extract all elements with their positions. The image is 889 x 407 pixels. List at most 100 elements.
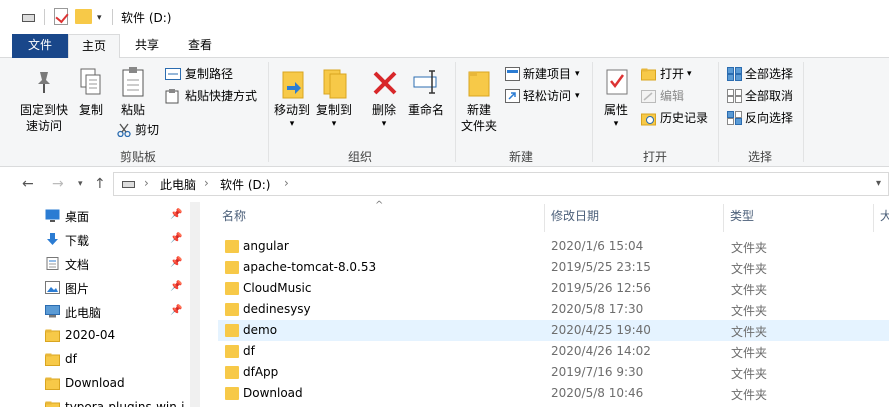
new-item-icon bbox=[505, 67, 520, 81]
file-type: 文件夹 bbox=[731, 304, 768, 318]
column-divider[interactable] bbox=[544, 204, 545, 232]
edit-icon bbox=[641, 90, 656, 103]
customize-toolbar-icon[interactable]: ▾ bbox=[97, 13, 102, 23]
nav-item-pictures[interactable]: 图片 📌 bbox=[0, 276, 200, 300]
breadcrumb-this-pc[interactable]: 此电脑 bbox=[160, 176, 196, 193]
nav-item-documents[interactable]: 文档 📌 bbox=[0, 252, 200, 276]
nav-item-this-pc[interactable]: 此电脑 📌 bbox=[0, 300, 200, 324]
table-row-selected[interactable]: demo 2020/4/25 19:40 文件夹 bbox=[218, 320, 889, 341]
copy-icon bbox=[80, 68, 101, 95]
history-icon bbox=[641, 113, 656, 126]
table-row[interactable]: df 2020/4/26 14:02 文件夹 bbox=[218, 341, 889, 362]
open-label: 打开 bbox=[660, 67, 685, 81]
file-type: 文件夹 bbox=[731, 388, 768, 402]
properties-quick-icon[interactable] bbox=[54, 8, 68, 25]
table-row[interactable]: Download 2020/5/8 10:46 文件夹 bbox=[218, 383, 889, 404]
paste-icon bbox=[122, 67, 144, 97]
dropdown-caret-icon: ▾ bbox=[687, 69, 692, 79]
file-name: CloudMusic bbox=[243, 281, 312, 295]
copy-label: 复制 bbox=[78, 103, 103, 117]
pin-icon[interactable]: 📌 bbox=[170, 305, 182, 316]
sort-ascending-icon: ^ bbox=[375, 200, 384, 211]
select-group-label: 选择 bbox=[748, 150, 773, 164]
file-name: angular bbox=[243, 239, 289, 253]
address-bar[interactable]: › 此电脑 › 软件 (D:) › ▾ bbox=[113, 172, 889, 196]
group-divider bbox=[803, 62, 804, 162]
nav-label: 2020-04 bbox=[65, 328, 116, 342]
copy-path-label: 复制路径 bbox=[185, 67, 234, 81]
pin-icon bbox=[38, 72, 50, 93]
tab-share[interactable]: 共享 bbox=[122, 34, 172, 58]
table-row[interactable]: angular 2020/1/6 15:04 文件夹 bbox=[218, 236, 889, 257]
file-type: 文件夹 bbox=[731, 283, 768, 297]
pin-icon[interactable]: 📌 bbox=[170, 257, 182, 268]
folder-icon bbox=[225, 366, 239, 379]
ribbon: 固定到快 速访问 复制 粘贴 复制路径 粘贴快捷方式 剪切 剪贴板 移动到 ▾ … bbox=[0, 58, 889, 167]
folder-icon bbox=[225, 345, 239, 358]
paste-shortcut-label: 粘贴快捷方式 bbox=[185, 89, 258, 103]
file-list: 名称 ^ 修改日期 类型 大 angular 2020/1/6 15:04 文件… bbox=[200, 200, 889, 407]
nav-item-folder[interactable]: typora-plugins-win-i bbox=[0, 396, 200, 407]
nav-item-folder[interactable]: Download bbox=[0, 372, 200, 396]
tab-view[interactable]: 查看 bbox=[174, 34, 226, 58]
table-row[interactable]: dfApp 2019/7/16 9:30 文件夹 bbox=[218, 362, 889, 383]
tab-file[interactable]: 文件 bbox=[12, 34, 68, 58]
folder-icon bbox=[225, 282, 239, 295]
nav-item-folder[interactable]: df bbox=[0, 348, 200, 372]
nav-item-desktop[interactable]: 桌面 📌 bbox=[0, 204, 200, 228]
history-label: 历史记录 bbox=[660, 111, 709, 125]
document-icon bbox=[46, 257, 59, 270]
column-header-date[interactable]: 修改日期 bbox=[551, 202, 599, 232]
column-divider[interactable] bbox=[723, 204, 724, 232]
pin-icon[interactable]: 📌 bbox=[170, 209, 182, 220]
breadcrumb-drive-d[interactable]: 软件 (D:) bbox=[220, 176, 270, 193]
rename-label: 重命名 bbox=[407, 103, 444, 117]
new-folder-quick-icon[interactable] bbox=[75, 9, 92, 24]
download-icon bbox=[47, 233, 58, 245]
scissors-icon bbox=[117, 123, 131, 137]
pin-icon[interactable]: 📌 bbox=[170, 281, 182, 292]
file-type: 文件夹 bbox=[731, 241, 768, 255]
dropdown-caret-icon: ▾ bbox=[575, 69, 580, 79]
table-row[interactable]: apache-tomcat-8.0.53 2019/5/25 23:15 文件夹 bbox=[218, 257, 889, 278]
new-group-label: 新建 bbox=[509, 150, 534, 164]
back-arrow-icon[interactable]: ← bbox=[22, 176, 34, 192]
folder-icon bbox=[225, 261, 239, 274]
pin-icon[interactable]: 📌 bbox=[170, 233, 182, 244]
group-divider bbox=[268, 62, 269, 162]
select-none-label: 全部取消 bbox=[745, 89, 794, 103]
folder-icon bbox=[45, 401, 60, 407]
tab-home[interactable]: 主页 bbox=[68, 34, 120, 59]
column-header-size[interactable]: 大 bbox=[880, 202, 889, 232]
dropdown-caret-icon: ▾ bbox=[381, 119, 387, 129]
rename-icon bbox=[413, 70, 437, 94]
column-divider[interactable] bbox=[873, 204, 874, 232]
nav-item-folder[interactable]: 2020-04 bbox=[0, 324, 200, 348]
folder-icon bbox=[225, 324, 239, 337]
recent-locations-icon[interactable]: ▾ bbox=[78, 179, 83, 189]
column-header-type[interactable]: 类型 bbox=[730, 202, 754, 232]
file-name: dfApp bbox=[243, 365, 279, 379]
open-icon bbox=[641, 68, 656, 81]
nav-item-downloads[interactable]: 下载 📌 bbox=[0, 228, 200, 252]
folder-icon bbox=[225, 303, 239, 316]
file-date: 2020/5/8 17:30 bbox=[551, 302, 644, 316]
easy-access-icon bbox=[505, 89, 520, 103]
table-row[interactable]: dedinesysy 2020/5/8 17:30 文件夹 bbox=[218, 299, 889, 320]
address-dropdown-icon[interactable]: ▾ bbox=[876, 178, 881, 189]
copy-to-icon bbox=[323, 69, 347, 99]
up-arrow-icon[interactable]: ↑ bbox=[94, 176, 106, 192]
forward-arrow-icon[interactable]: → bbox=[52, 176, 64, 192]
file-date: 2020/4/26 14:02 bbox=[551, 344, 651, 358]
divider bbox=[44, 9, 45, 25]
nav-pane-scrollbar[interactable] bbox=[190, 202, 200, 407]
file-name: Download bbox=[243, 386, 303, 400]
paste-label: 粘贴 bbox=[120, 103, 145, 117]
column-header-name[interactable]: 名称 bbox=[222, 202, 246, 232]
file-date: 2020/4/25 19:40 bbox=[551, 323, 651, 337]
dropdown-caret-icon: ▾ bbox=[575, 91, 580, 101]
dropdown-caret-icon: ▾ bbox=[331, 119, 337, 129]
table-row[interactable]: CloudMusic 2019/5/26 12:56 文件夹 bbox=[218, 278, 889, 299]
new-folder-label: 新建 文件夹 bbox=[460, 103, 497, 133]
file-type: 文件夹 bbox=[731, 262, 768, 276]
